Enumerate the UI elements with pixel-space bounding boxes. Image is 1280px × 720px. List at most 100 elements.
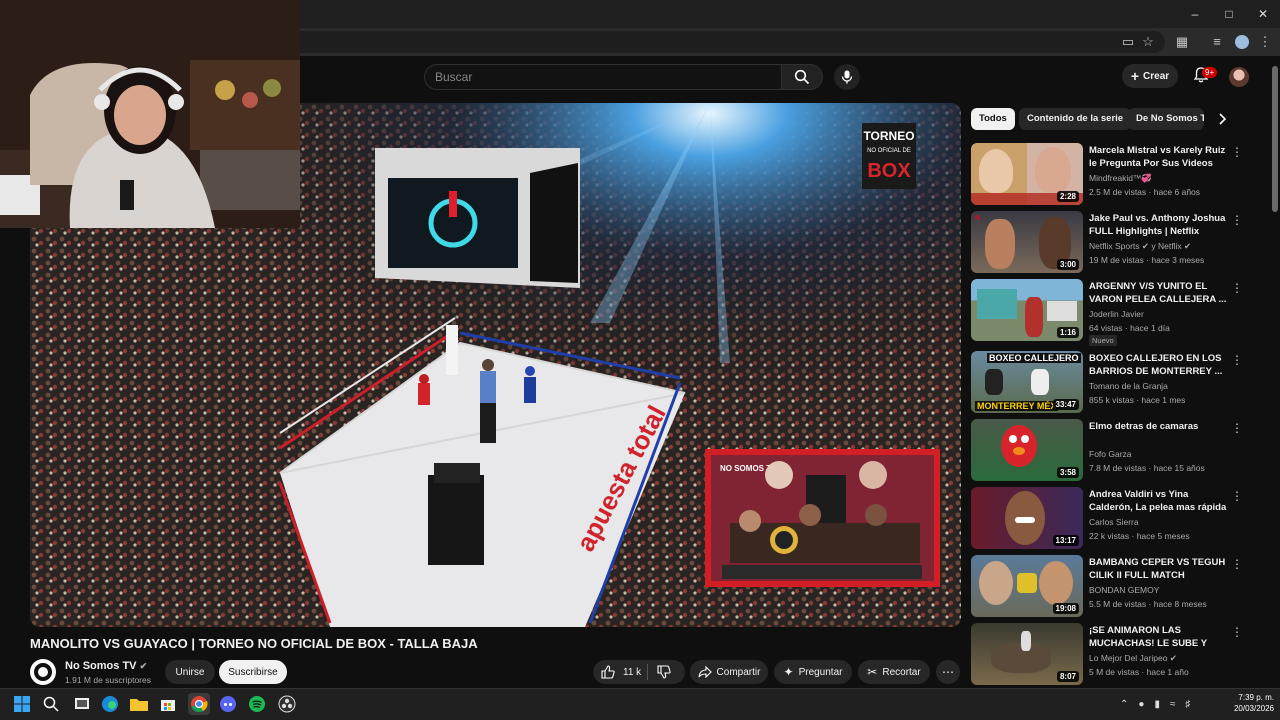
thumbnail-caption-top: BOXEO CALLEJERO xyxy=(987,353,1081,363)
minimize-icon[interactable]: – xyxy=(1178,0,1212,28)
close-icon[interactable]: ✕ xyxy=(1246,0,1280,28)
recommendation-channel: Tomano de la Granja xyxy=(1089,381,1168,391)
discord-icon[interactable] xyxy=(217,693,239,715)
system-clock[interactable]: 7:39 p. m. 20/03/2026 xyxy=(1218,692,1274,714)
user-avatar[interactable] xyxy=(1229,67,1249,87)
extensions-icon[interactable]: ▦ xyxy=(1174,34,1190,50)
recommendation-thumbnail[interactable]: 1:16 xyxy=(971,279,1083,341)
clip-button[interactable]: ✂ Recortar xyxy=(858,660,930,684)
kebab-menu-icon[interactable]: ⋮ xyxy=(1231,213,1243,227)
kebab-menu-icon[interactable]: ⋮ xyxy=(1231,557,1243,571)
network-icon[interactable]: ● xyxy=(1138,699,1144,710)
recommendation-thumbnail[interactable]: 2:28 xyxy=(971,143,1083,205)
channel-name-text: No Somos TV xyxy=(65,660,137,672)
recommendation-meta: 22 k vistas · hace 5 meses xyxy=(1089,531,1190,541)
recommendation-thumbnail[interactable]: 13:17 xyxy=(971,487,1083,549)
create-label: Crear xyxy=(1143,70,1170,82)
recommendation-item[interactable]: 8:07 ¡SE ANIMARON LAS MUCHACHAS! LE SUBE… xyxy=(971,623,1246,685)
recommendation-item[interactable]: BOXEO CALLEJERO MONTERREY MÉX 33:47 BOXE… xyxy=(971,351,1246,413)
recommendation-meta: 5.5 M de vistas · hace 8 meses xyxy=(1089,599,1207,609)
kebab-menu-icon[interactable]: ⋮ xyxy=(1231,421,1243,435)
kebab-menu-icon[interactable]: ⋮ xyxy=(1231,145,1243,159)
recommendation-channel: Netflix Sports ✔ y Netflix ✔ xyxy=(1089,241,1192,251)
edge-icon[interactable] xyxy=(99,693,121,715)
recommendation-title: Marcela Mistral vs Karely Ruiz le Pregun… xyxy=(1089,145,1226,169)
video-duration: 13:17 xyxy=(1052,535,1079,546)
windows-start-icon[interactable] xyxy=(11,693,33,715)
recommendation-channel: Carlos Sierra xyxy=(1089,517,1139,527)
chip-next-button[interactable] xyxy=(1214,111,1230,127)
share-icon xyxy=(698,666,712,678)
store-icon[interactable] xyxy=(157,693,179,715)
recommendation-meta: 64 vistas · hace 1 día xyxy=(1089,323,1170,333)
dislike-button[interactable] xyxy=(657,665,671,682)
subscriber-count: 1.91 M de suscriptores xyxy=(65,675,151,685)
recommendation-item[interactable]: 13:17 Andrea Valdiri vs Yina Calderón, L… xyxy=(971,487,1246,549)
profile-icon[interactable] xyxy=(1234,34,1250,50)
subscribe-button[interactable]: Suscribirse xyxy=(219,660,287,684)
chip-todos[interactable]: Todos xyxy=(971,108,1015,130)
recommendation-item[interactable]: 1:16 ARGENNY V/S YUNITO EL VARON PELEA C… xyxy=(971,279,1246,346)
recommendation-meta: 19 M de vistas · hace 3 meses xyxy=(1089,255,1205,265)
clock-time: 7:39 p. m. xyxy=(1238,693,1274,702)
recommendation-meta: 2.5 M de vistas · hace 6 años xyxy=(1089,187,1201,197)
ask-button[interactable]: ✦ Preguntar xyxy=(774,660,852,684)
kebab-menu-icon[interactable]: ⋮ xyxy=(1231,353,1243,367)
more-actions-button[interactable]: ⋯ xyxy=(936,660,960,684)
recommendation-item[interactable]: 3:58 Elmo detras de camaras Fofo Garza 7… xyxy=(971,419,1246,481)
like-button[interactable]: 11 k xyxy=(601,665,641,679)
recommendation-item[interactable]: N 3:00 Jake Paul vs. Anthony Joshua FULL… xyxy=(971,211,1246,273)
plus-icon: + xyxy=(1130,68,1140,84)
file-explorer-icon[interactable] xyxy=(128,693,150,715)
recommendation-title: BAMBANG CEPER VS TEGUH CILIK II FULL MAT… xyxy=(1089,557,1226,581)
wifi-icon[interactable]: ≈ xyxy=(1170,699,1176,710)
webcam-overlay xyxy=(0,0,300,228)
thumbnail-caption-bottom: MONTERREY MÉX xyxy=(975,401,1059,411)
kebab-menu-icon[interactable]: ⋮ xyxy=(1231,489,1243,503)
obs-icon[interactable] xyxy=(276,693,298,715)
microphone-icon xyxy=(841,70,853,84)
video-duration: 3:00 xyxy=(1056,259,1079,270)
chevron-up-icon[interactable]: ⌃ xyxy=(1120,699,1128,710)
video-duration: 3:58 xyxy=(1056,467,1079,478)
channel-avatar[interactable] xyxy=(30,659,56,685)
playlist-icon[interactable]: ≡ xyxy=(1209,34,1225,50)
recommendation-thumbnail[interactable]: 19:08 xyxy=(971,555,1083,617)
share-button[interactable]: Compartir xyxy=(690,660,768,684)
kebab-menu-icon[interactable]: ⋮ xyxy=(1231,625,1243,639)
menu-icon[interactable]: ⋮ xyxy=(1257,34,1273,50)
sparkle-icon: ✦ xyxy=(783,665,794,679)
share-label: Compartir xyxy=(716,666,761,678)
search-icon[interactable] xyxy=(40,693,62,715)
recommendation-thumbnail[interactable]: BOXEO CALLEJERO MONTERREY MÉX 33:47 xyxy=(971,351,1083,413)
notifications-badge: 9+ xyxy=(1202,67,1218,78)
ask-label: Preguntar xyxy=(798,666,843,678)
cast-icon[interactable]: ▭ xyxy=(1120,34,1136,50)
recommendation-thumbnail[interactable]: N 3:00 xyxy=(971,211,1083,273)
chrome-icon[interactable] xyxy=(188,693,210,715)
voice-search-button[interactable] xyxy=(834,64,860,90)
recommendation-meta: 5 M de vistas · hace 1 año xyxy=(1089,667,1189,677)
chip-from-channel[interactable]: De No Somos TV xyxy=(1128,108,1204,130)
task-view-icon[interactable] xyxy=(71,693,93,715)
battery-icon[interactable]: ▮ xyxy=(1154,699,1160,710)
like-divider xyxy=(647,664,648,680)
maximize-icon[interactable]: □ xyxy=(1212,0,1246,28)
channel-name[interactable]: No Somos TV ✔ xyxy=(65,660,147,672)
join-button[interactable]: Unirse xyxy=(165,660,215,684)
kebab-menu-icon[interactable]: ⋮ xyxy=(1231,281,1243,295)
recommendation-thumbnail[interactable]: 8:07 xyxy=(971,623,1083,685)
recommendation-item[interactable]: 19:08 BAMBANG CEPER VS TEGUH CILIK II FU… xyxy=(971,555,1246,617)
recommendation-thumbnail[interactable]: 3:58 xyxy=(971,419,1083,481)
page-scrollbar[interactable] xyxy=(1272,66,1278,212)
event-logo-line1: TORNEO xyxy=(863,129,914,143)
recommendation-item[interactable]: 2:28 Marcela Mistral vs Karely Ruiz le P… xyxy=(971,143,1246,205)
search-input[interactable]: Buscar xyxy=(424,64,782,90)
create-button[interactable]: + Crear xyxy=(1122,64,1178,88)
search-button[interactable] xyxy=(781,64,823,90)
video-duration: 8:07 xyxy=(1056,671,1079,682)
star-icon[interactable]: ☆ xyxy=(1140,34,1156,50)
chip-series-content[interactable]: Contenido de la serie xyxy=(1019,108,1132,130)
spotify-icon[interactable] xyxy=(246,693,268,715)
volume-icon[interactable]: ♯ xyxy=(1185,699,1190,710)
